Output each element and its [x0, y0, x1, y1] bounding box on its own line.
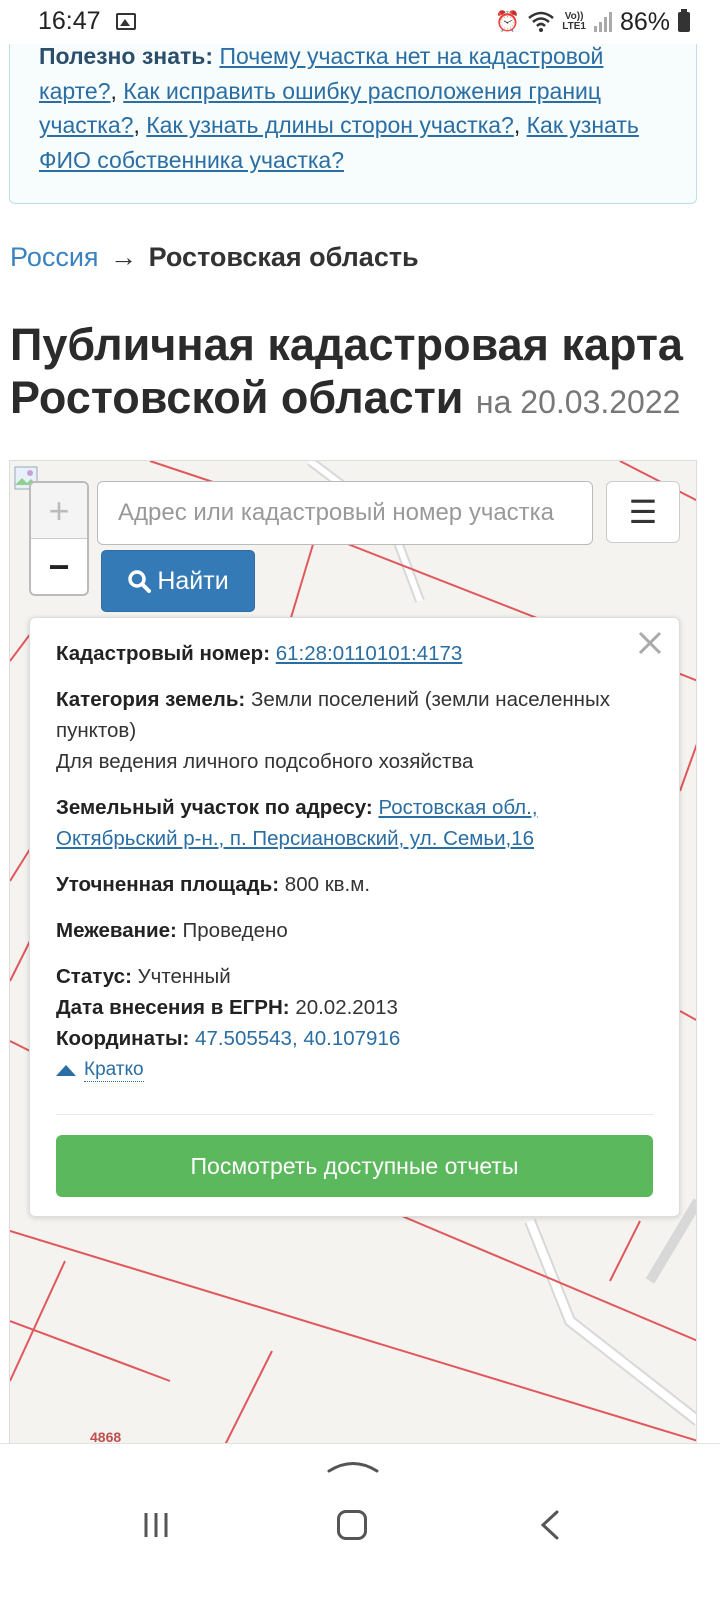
status-bar: 16:47 ⏰ Vo)) LTE1 86% — [0, 0, 720, 44]
wifi-icon — [528, 11, 555, 32]
parcel-info-body: Кадастровый номер: 61:28:0110101:4173 Ка… — [56, 638, 656, 1085]
hamburger-icon: ☰ — [628, 494, 658, 530]
status-value: Учтенный — [137, 965, 231, 988]
volte-lte-indicator: Vo)) LTE1 — [562, 12, 586, 32]
cadastral-number-label: Кадастровый номер: — [56, 642, 271, 665]
status-icons: ⏰ Vo)) LTE1 86% — [495, 7, 690, 37]
link-side-lengths[interactable]: Как узнать длины сторон участка? — [146, 112, 514, 138]
area-value: 800 кв.м. — [284, 873, 371, 896]
view-reports-button[interactable]: Посмотреть доступные отчеты — [56, 1135, 653, 1197]
back-icon[interactable] — [538, 1510, 562, 1540]
alarm-icon: ⏰ — [495, 11, 521, 33]
permitted-use-value: Для ведения личного подсобного хозяйства — [56, 750, 474, 773]
find-button[interactable]: Найти — [101, 550, 255, 612]
search-icon — [128, 570, 152, 593]
survey-label: Межевание: — [56, 919, 177, 942]
page-title-date: на 20.03.2022 — [475, 384, 681, 420]
useful-info-text: Полезно знать: Почему участка нет на кад… — [39, 39, 679, 177]
separator: , — [133, 112, 147, 138]
page-title: Публичная кадастровая карта Ростовской о… — [10, 318, 710, 429]
survey-row: Межевание: Проведено — [56, 915, 656, 946]
land-category-row: Категория земель: Земли поселений (земли… — [56, 684, 656, 777]
cadastral-number-row: Кадастровый номер: 61:28:0110101:4173 — [56, 638, 656, 669]
coordinates-row: Координаты: 47.505543, 40.107916 — [56, 1023, 656, 1054]
zoom-control: + − — [29, 481, 89, 596]
search-input[interactable] — [97, 481, 593, 545]
egrn-date-label: Дата внесения в ЕГРН: — [56, 996, 290, 1019]
breadcrumb-current: Ростовская область — [148, 242, 419, 272]
triangle-up-icon — [56, 1065, 76, 1076]
gallery-notification-icon — [116, 13, 136, 30]
separator: , — [110, 77, 124, 104]
survey-value: Проведено — [182, 919, 288, 942]
status-row: Статус: Учтенный — [56, 961, 656, 992]
breadcrumb: Россия → Ростовская область — [10, 242, 419, 273]
brief-toggle-label: Кратко — [84, 1059, 144, 1082]
brief-toggle[interactable]: Кратко — [56, 1059, 144, 1082]
useful-info-box: Полезно знать: Почему участка нет на кад… — [9, 30, 697, 204]
address-label: Земельный участок по адресу: — [56, 796, 373, 819]
area-label: Уточненная площадь: — [56, 873, 280, 896]
chevron-up-icon[interactable] — [327, 1456, 379, 1474]
zoom-out-button[interactable]: − — [31, 539, 87, 594]
home-icon[interactable] — [337, 1510, 367, 1540]
zoom-in-button[interactable]: + — [31, 483, 87, 539]
menu-button[interactable]: ☰ — [606, 481, 680, 543]
find-button-label: Найти — [157, 566, 229, 595]
parcel-number-label: 4868 — [90, 1429, 122, 1444]
land-category-label: Категория земель: — [56, 688, 246, 711]
cadastral-map[interactable]: 4868 + − ☰ Найти Кадастровый номер: 61:2… — [9, 460, 697, 1444]
egrn-date-value: 20.02.2013 — [295, 996, 398, 1019]
useful-label: Полезно знать: — [39, 43, 214, 69]
coordinates-link[interactable]: 47.505543, 40.107916 — [195, 1027, 400, 1050]
breadcrumb-arrow: → — [110, 242, 138, 272]
signal-icon — [593, 12, 612, 32]
address-row: Земельный участок по адресу: Ростовская … — [56, 792, 656, 854]
divider — [56, 1114, 653, 1115]
breadcrumb-russia[interactable]: Россия — [10, 242, 99, 272]
lte-label: LTE1 — [562, 21, 586, 32]
cadastral-number-link[interactable]: 61:28:0110101:4173 — [276, 642, 463, 665]
coordinates-label: Координаты: — [56, 1027, 190, 1050]
battery-icon — [678, 9, 690, 32]
parcel-info-popup: Кадастровый номер: 61:28:0110101:4173 Ка… — [29, 617, 680, 1217]
recent-apps-icon[interactable] — [143, 1512, 169, 1538]
status-label: Статус: — [56, 965, 132, 988]
area-row: Уточненная площадь: 800 кв.м. — [56, 869, 656, 900]
separator: , — [513, 112, 527, 138]
status-time: 16:47 — [38, 7, 101, 35]
egrn-date-row: Дата внесения в ЕГРН: 20.02.2013 — [56, 992, 656, 1023]
battery-percent: 86% — [619, 7, 670, 36]
bottom-navigation — [0, 1443, 720, 1600]
